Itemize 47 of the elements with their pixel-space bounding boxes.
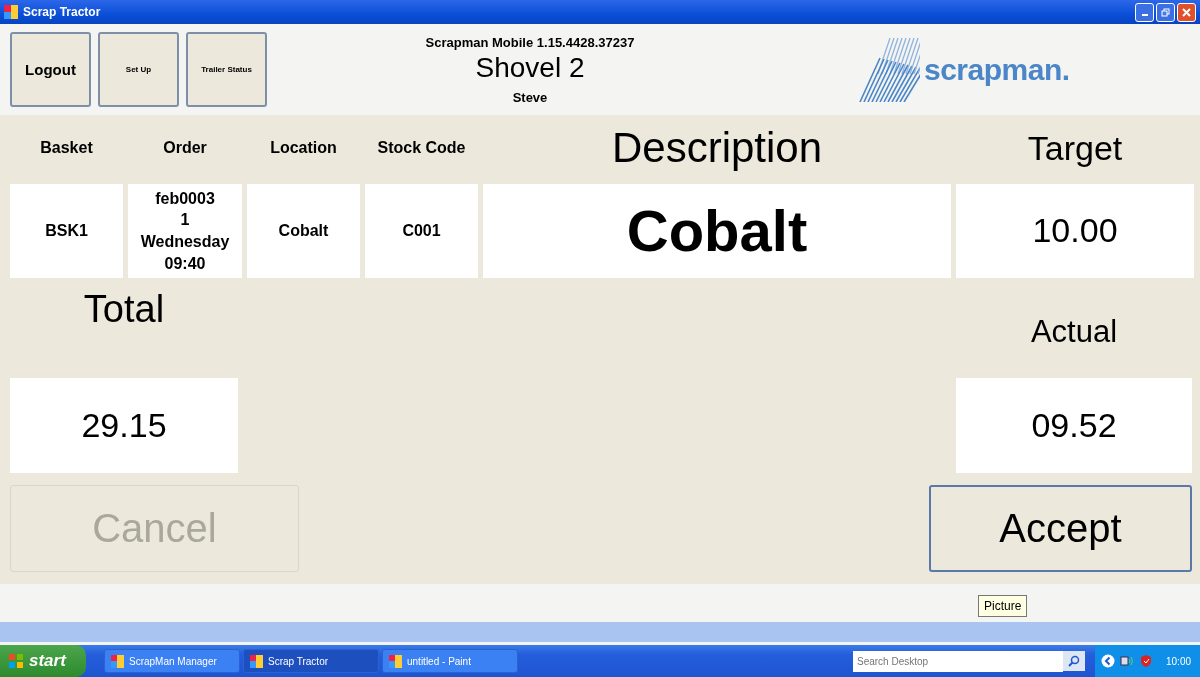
column-header: Location <box>269 138 338 158</box>
restore-button[interactable] <box>1156 2 1175 22</box>
user-name: Steve <box>512 89 548 105</box>
actual-value: 09.52 <box>956 378 1192 473</box>
minimize-button[interactable] <box>1135 2 1154 22</box>
app-icon <box>389 654 402 668</box>
accept-button[interactable]: Accept <box>929 485 1192 572</box>
restore-icon <box>1161 7 1170 17</box>
taskbar-item[interactable]: untitled - Paint <box>382 649 518 673</box>
table-cell: 10.00 <box>956 184 1194 278</box>
total-value: 29.15 <box>10 378 238 473</box>
header-button[interactable]: Trailer Status <box>186 32 267 107</box>
network-icon[interactable] <box>1120 654 1134 668</box>
shield-icon[interactable] <box>1139 654 1153 668</box>
actual-label: Actual <box>1029 313 1119 351</box>
table-cell: Cobalt <box>483 184 951 278</box>
app-icon <box>111 654 124 668</box>
station-name: Shovel 2 <box>475 51 585 84</box>
close-icon <box>1182 7 1191 17</box>
close-button[interactable] <box>1177 2 1196 22</box>
header-button[interactable]: Set Up <box>98 32 179 107</box>
table-cell: C001 <box>365 184 478 278</box>
app-icon <box>250 654 263 668</box>
table-cell: feb0003 1 Wednesday 09:40 <box>128 184 242 278</box>
search-icon <box>1068 655 1080 667</box>
window-title: Scrap Tractor <box>23 5 102 19</box>
taskbar-item[interactable]: ScrapMan Manager <box>104 649 240 673</box>
clock: 10:00 <box>1166 655 1192 667</box>
tooltip: Picture <box>978 595 1028 617</box>
search-button[interactable] <box>1063 651 1085 671</box>
minimize-icon <box>1141 14 1148 16</box>
taskbar-item[interactable]: Scrap Tractor <box>243 649 379 673</box>
column-header: Basket <box>39 138 94 158</box>
column-header: Description <box>610 123 824 173</box>
version-label: Scrapman Mobile 1.15.4428.37237 <box>425 34 635 50</box>
windows-flag-icon <box>8 653 24 669</box>
start-button[interactable]: start <box>0 645 86 677</box>
total-label: Total <box>82 288 166 332</box>
app-icon <box>4 5 18 19</box>
column-header: Target <box>1026 127 1124 169</box>
search-field[interactable]: Search Desktop <box>853 651 1063 671</box>
table-cell: BSK1 <box>10 184 123 278</box>
header-button[interactable]: Logout <box>10 32 91 107</box>
table-cell: Cobalt <box>247 184 360 278</box>
logo-text: scrapman. <box>924 52 1070 87</box>
column-header: Order <box>162 138 208 158</box>
column-header: Stock Code <box>376 138 467 158</box>
